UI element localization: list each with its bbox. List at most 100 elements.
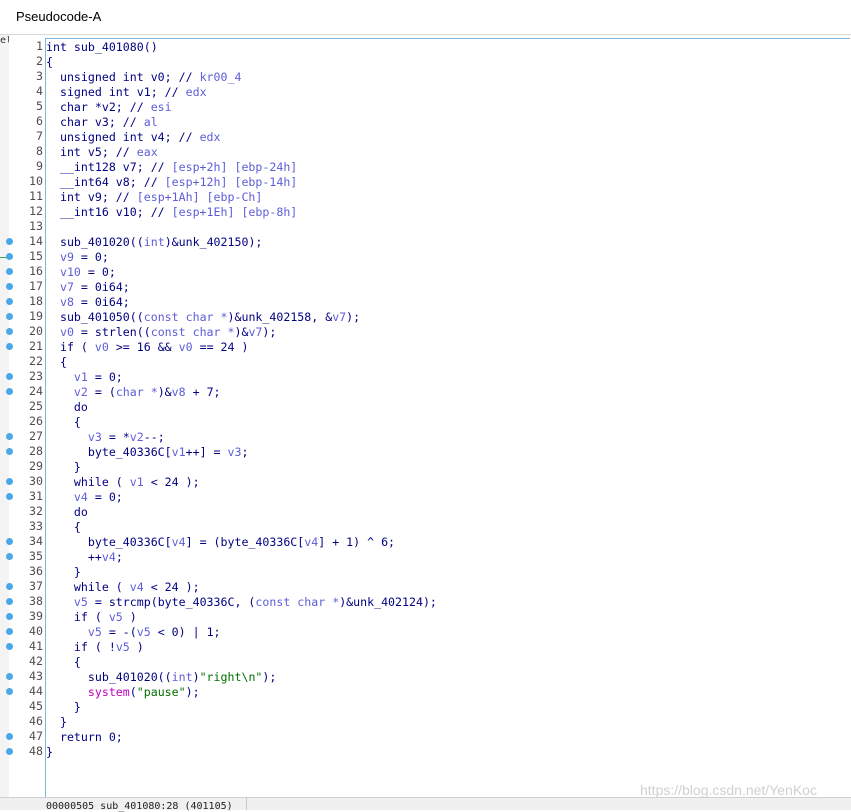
- code-line[interactable]: if ( !v5 ): [46, 640, 144, 655]
- code-token: int v5; //: [46, 145, 137, 159]
- breakpoint-dot-icon[interactable]: [6, 328, 13, 335]
- breakpoint-dot-icon[interactable]: [6, 613, 13, 620]
- code-line[interactable]: if ( v0 >= 16 && v0 == 24 ): [46, 340, 249, 355]
- code-line[interactable]: {: [46, 655, 81, 670]
- code-line[interactable]: v9 = 0;: [46, 250, 109, 265]
- code-line[interactable]: }: [46, 745, 53, 760]
- breakpoint-dot-icon[interactable]: [6, 433, 13, 440]
- code-line[interactable]: ++v4;: [46, 550, 123, 565]
- code-line[interactable]: int sub_401080(): [46, 40, 158, 55]
- breakpoint-dot-icon[interactable]: [6, 283, 13, 290]
- code-token: byte_40336C[: [46, 535, 172, 549]
- code-line[interactable]: signed int v1; // edx: [46, 85, 207, 100]
- breakpoint-dot-icon[interactable]: [6, 643, 13, 650]
- code-line[interactable]: char *v2; // esi: [46, 100, 172, 115]
- breakpoint-dot-icon[interactable]: [6, 343, 13, 350]
- code-line[interactable]: v3 = *v2--;: [46, 430, 165, 445]
- line-number: 43: [29, 669, 43, 683]
- line-number: 21: [29, 339, 43, 353]
- code-token: ++: [46, 550, 102, 564]
- line-number: 5: [36, 99, 43, 113]
- breakpoint-dot-icon[interactable]: [6, 253, 13, 260]
- code-line[interactable]: v4 = 0;: [46, 490, 123, 505]
- line-number: 27: [29, 429, 43, 443]
- code-line[interactable]: unsigned int v0; // kr00_4: [46, 70, 242, 85]
- breakpoint-dot-icon[interactable]: [6, 493, 13, 500]
- code-line[interactable]: sub_401050((const char *)&unk_402158, &v…: [46, 310, 360, 325]
- breakpoint-dot-icon[interactable]: [6, 748, 13, 755]
- code-line[interactable]: char v3; // al: [46, 115, 158, 130]
- code-line[interactable]: }: [46, 460, 81, 475]
- code-line[interactable]: while ( v4 < 24 );: [46, 580, 200, 595]
- code-line[interactable]: __int128 v7; // [esp+2h] [ebp-24h]: [46, 160, 297, 175]
- line-number: 11: [29, 189, 43, 203]
- breakpoint-dot-icon[interactable]: [6, 313, 13, 320]
- tab-pseudocode[interactable]: Pseudocode-A: [16, 9, 101, 24]
- breakpoint-dot-icon[interactable]: [6, 673, 13, 680]
- code-token: int sub_401080(): [46, 40, 158, 54]
- code-line[interactable]: v5 = -(v5 < 0) | 1;: [46, 625, 221, 640]
- breakpoint-dot-icon[interactable]: [6, 478, 13, 485]
- code-line[interactable]: while ( v1 < 24 );: [46, 475, 200, 490]
- code-token: v4: [101, 550, 116, 564]
- code-line[interactable]: int v5; // eax: [46, 145, 158, 160]
- line-number: 7: [36, 129, 43, 143]
- code-line[interactable]: v0 = strlen((const char *)&v7);: [46, 325, 276, 340]
- breakpoint-dot-icon[interactable]: [6, 388, 13, 395]
- breakpoint-dot-icon[interactable]: [6, 448, 13, 455]
- line-number: 38: [29, 594, 43, 608]
- code-line[interactable]: __int64 v8; // [esp+12h] [ebp-14h]: [46, 175, 297, 190]
- code-token: v1: [73, 370, 88, 384]
- code-token: v0: [178, 340, 193, 354]
- code-token: v4: [73, 490, 88, 504]
- code-line[interactable]: unsigned int v4; // edx: [46, 130, 221, 145]
- code-line[interactable]: v10 = 0;: [46, 265, 116, 280]
- line-number: 22: [29, 354, 43, 368]
- code-line[interactable]: {: [46, 415, 81, 430]
- line-number: 25: [29, 399, 43, 413]
- breakpoint-dot-icon[interactable]: [6, 553, 13, 560]
- code-line[interactable]: sub_401020((int)&unk_402150);: [46, 235, 262, 250]
- code-line[interactable]: byte_40336C[v1++] = v3;: [46, 445, 249, 460]
- code-line[interactable]: v7 = 0i64;: [46, 280, 130, 295]
- code-line[interactable]: }: [46, 700, 81, 715]
- breakpoint-dot-icon[interactable]: [6, 238, 13, 245]
- breakpoint-dot-icon[interactable]: [6, 628, 13, 635]
- code-line[interactable]: do: [46, 505, 88, 520]
- code-token: );: [346, 310, 361, 324]
- code-line[interactable]: v2 = (char *)&v8 + 7;: [46, 385, 221, 400]
- code-line[interactable]: system("pause");: [46, 685, 200, 700]
- breakpoint-dot-icon[interactable]: [6, 733, 13, 740]
- code-line[interactable]: }: [46, 565, 81, 580]
- code-line[interactable]: {: [46, 55, 53, 70]
- code-line[interactable]: if ( v5 ): [46, 610, 137, 625]
- breakpoint-dot-icon[interactable]: [6, 583, 13, 590]
- breakpoint-dot-icon[interactable]: [6, 688, 13, 695]
- code-line[interactable]: v8 = 0i64;: [46, 295, 130, 310]
- code-token: v0: [59, 325, 74, 339]
- pseudocode-editor[interactable]: int sub_401080(){ unsigned int v0; // kr…: [45, 38, 850, 798]
- code-line[interactable]: sub_401020((int)"right\n");: [46, 670, 277, 685]
- code-line[interactable]: byte_40336C[v4] = (byte_40336C[v4] + 1) …: [46, 535, 395, 550]
- code-line[interactable]: __int16 v10; // [esp+1Eh] [ebp-8h]: [46, 205, 297, 220]
- code-line[interactable]: do: [46, 400, 88, 415]
- code-line[interactable]: int v9; // [esp+1Ah] [ebp-Ch]: [46, 190, 262, 205]
- code-token: v10: [59, 265, 81, 279]
- breakpoint-dot-icon[interactable]: [6, 373, 13, 380]
- code-line[interactable]: {: [46, 355, 67, 370]
- code-line[interactable]: v1 = 0;: [46, 370, 123, 385]
- breakpoint-dot-icon[interactable]: [6, 598, 13, 605]
- breakpoint-dot-icon[interactable]: [6, 538, 13, 545]
- code-line[interactable]: v5 = strcmp(byte_40336C, (const char *)&…: [46, 595, 437, 610]
- breakpoint-dot-icon[interactable]: [6, 268, 13, 275]
- code-line[interactable]: return 0;: [46, 730, 123, 745]
- breakpoint-dot-icon[interactable]: [6, 298, 13, 305]
- line-number: 16: [29, 264, 43, 278]
- line-number: 45: [29, 699, 43, 713]
- code-line[interactable]: }: [46, 715, 67, 730]
- code-token: = 0;: [87, 490, 123, 504]
- code-line[interactable]: {: [46, 520, 81, 535]
- window-titlebar: Pseudocode-A: [0, 0, 851, 35]
